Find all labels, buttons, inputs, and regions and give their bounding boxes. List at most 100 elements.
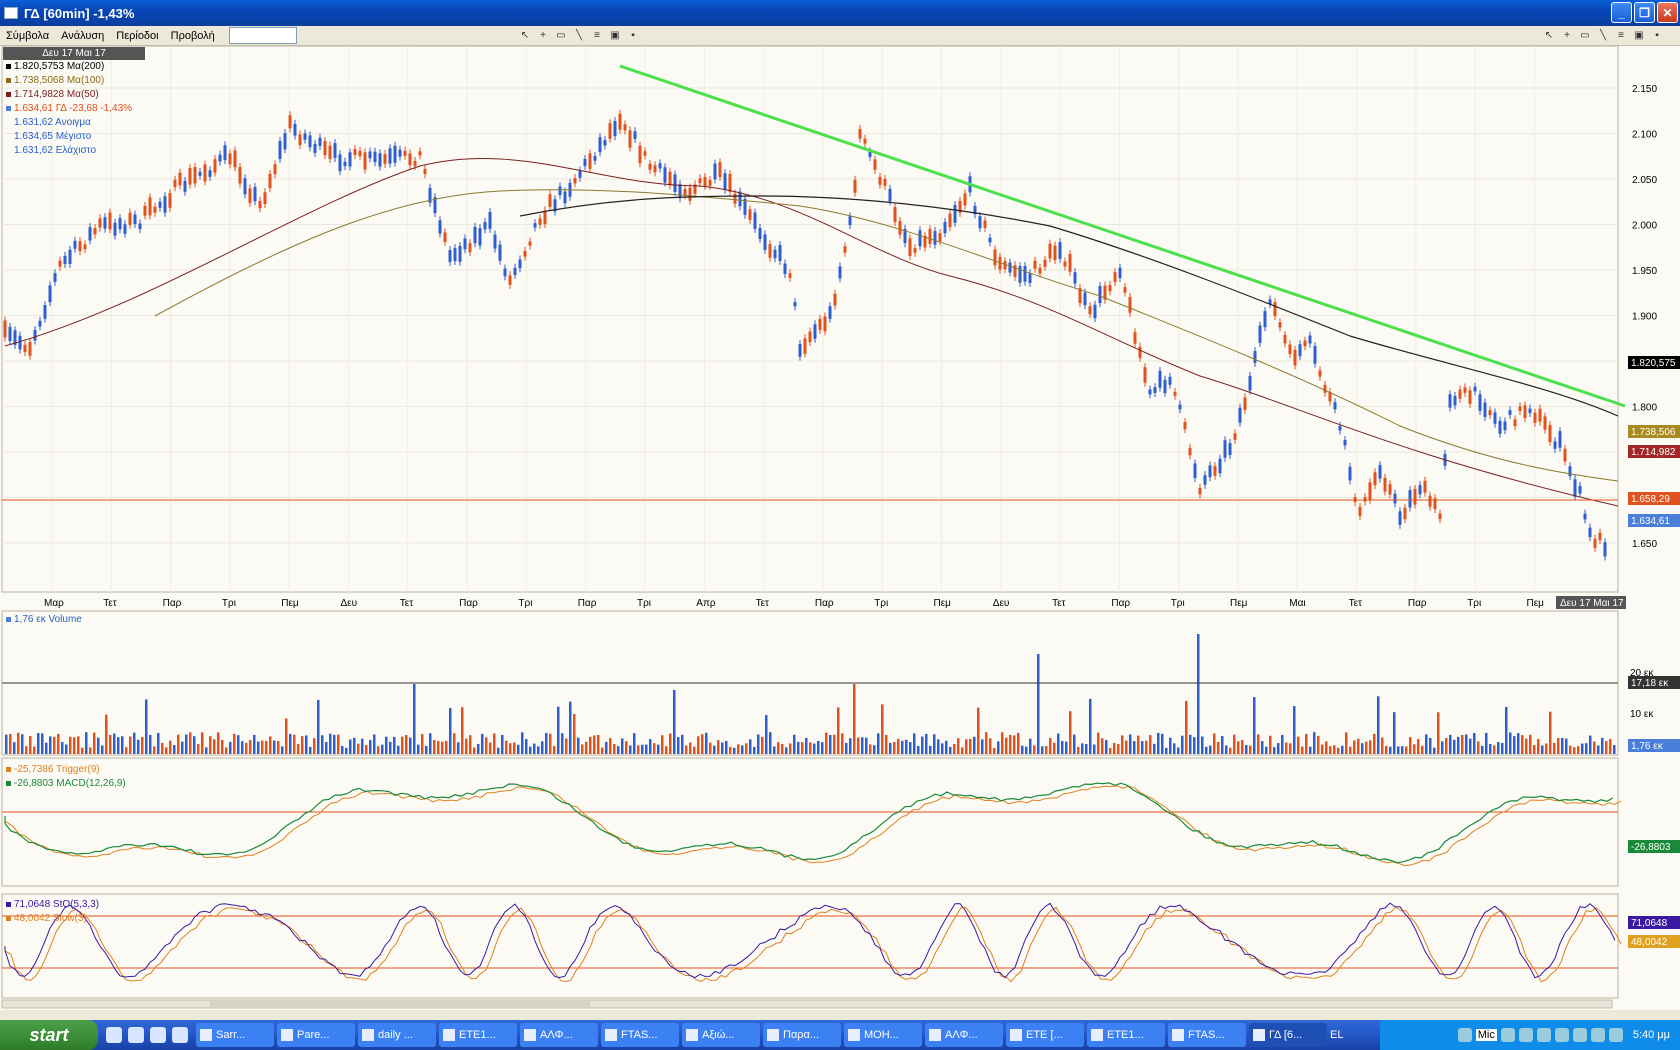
line-tool-icon[interactable]: ╲ (572, 28, 586, 42)
symbol-input[interactable] (228, 27, 297, 44)
minimize-button[interactable]: _ (1611, 2, 1632, 23)
media-icon[interactable] (150, 1027, 166, 1043)
crosshair-tool-icon[interactable]: + (536, 28, 550, 42)
tray-icon[interactable] (1457, 1028, 1472, 1042)
candle-body (1373, 472, 1377, 486)
candle-body (698, 178, 702, 184)
volume-bar (421, 734, 424, 754)
volume-bar (425, 745, 428, 754)
task-button-active[interactable]: ΓΔ [6... (1249, 1023, 1327, 1047)
menu-symbols[interactable]: Σύμβολα (0, 30, 55, 42)
task-button[interactable]: Αξιώ... (682, 1023, 760, 1047)
desktop-icon[interactable] (172, 1027, 188, 1043)
candle-body (1123, 287, 1127, 293)
menu-view[interactable]: Προβολή (165, 30, 221, 42)
save-icon[interactable]: ▪ (626, 28, 640, 42)
tray-icon[interactable] (1608, 1028, 1623, 1042)
task-button[interactable]: FTAS... (1168, 1023, 1246, 1047)
chart-canvas[interactable]: 2.1502.1002.0502.0001.9501.9001.8501.800… (0, 46, 1680, 1010)
candle-body (633, 131, 637, 139)
volume-bar (493, 733, 496, 754)
tray-icon[interactable] (1536, 1028, 1551, 1042)
candle-body (1538, 408, 1542, 422)
stoch-tag-label: 48,0042 (1631, 937, 1668, 948)
chart-tool-icon[interactable]: ▣ (1632, 28, 1646, 42)
save-icon[interactable]: ▪ (1650, 28, 1664, 42)
tray-icon[interactable] (1554, 1028, 1569, 1042)
pointer-tool-icon[interactable]: ↖ (518, 28, 532, 42)
candle-body (208, 170, 212, 177)
candle-body (893, 207, 897, 223)
task-button[interactable]: ETE [... (1006, 1023, 1084, 1047)
task-button[interactable]: ETE1... (1087, 1023, 1165, 1047)
menu-analysis[interactable]: Ανάλυση (55, 30, 110, 42)
volume-bar (1217, 741, 1220, 754)
task-button[interactable]: Pare... (277, 1023, 355, 1047)
rectangle-tool-icon[interactable]: ▭ (1578, 28, 1592, 42)
candle-body (368, 151, 372, 159)
volume-bar (753, 746, 756, 754)
volume-bar (1433, 747, 1436, 754)
volume-bar (657, 744, 660, 754)
volume-bar (469, 735, 472, 754)
restore-button[interactable]: ❐ (1634, 2, 1655, 23)
volume-bar (1489, 743, 1492, 754)
volume-bar (1533, 745, 1536, 754)
start-button[interactable]: start (0, 1020, 98, 1050)
chart-tool-icon[interactable]: ▣ (608, 28, 622, 42)
volume-bar (817, 740, 820, 754)
time-axis-label: Τρι (637, 598, 651, 609)
candle-body (833, 293, 837, 306)
task-button[interactable]: Sarr... (196, 1023, 274, 1047)
candle-body (933, 231, 937, 245)
rectangle-tool-icon[interactable]: ▭ (554, 28, 568, 42)
price-tick-label: 1.650 (1632, 539, 1657, 550)
volume-bar (545, 732, 548, 754)
volume-bar (1613, 745, 1616, 754)
candle-body (478, 228, 482, 246)
volume-bar (409, 737, 412, 754)
volume-bar (905, 739, 908, 754)
lines-tool-icon[interactable]: ≡ (590, 28, 604, 42)
task-button[interactable]: ΑΛΦ... (925, 1023, 1003, 1047)
candle-body (1258, 325, 1262, 343)
volume-bar (1189, 734, 1192, 754)
volume-bar (1529, 734, 1532, 754)
stoch-line (4, 902, 1616, 979)
volume-bar (1045, 746, 1048, 754)
task-button[interactable]: daily ... (358, 1023, 436, 1047)
chart-area[interactable]: 2.1502.1002.0502.0001.9501.9001.8501.800… (0, 46, 1680, 1010)
line-tool-icon[interactable]: ╲ (1596, 28, 1610, 42)
volume-bar (525, 739, 528, 754)
tray-icon[interactable] (1500, 1028, 1515, 1042)
macd-line (4, 782, 1614, 864)
language-indicator[interactable]: EL (1330, 1029, 1343, 1041)
price-tick-label: 2.150 (1632, 84, 1657, 95)
menu-periods[interactable]: Περίοδοι (110, 30, 164, 42)
browser-icon[interactable] (128, 1027, 144, 1043)
pointer-tool-icon[interactable]: ↖ (1542, 28, 1556, 42)
task-button[interactable]: ETE1... (439, 1023, 517, 1047)
volume-bar (229, 741, 232, 754)
volume-bar (181, 741, 184, 754)
tray-icon[interactable] (1572, 1028, 1587, 1042)
candle-body (678, 184, 682, 199)
tray-icon[interactable] (1518, 1028, 1533, 1042)
crosshair-tool-icon[interactable]: + (1560, 28, 1574, 42)
lines-tool-icon[interactable]: ≡ (1614, 28, 1628, 42)
task-button[interactable]: ΑΛΦ... (520, 1023, 598, 1047)
ie-icon[interactable] (106, 1027, 122, 1043)
task-button[interactable]: Παρα... (763, 1023, 841, 1047)
task-button[interactable]: MOH... (844, 1023, 922, 1047)
candle-body (143, 205, 147, 216)
candle-body (1568, 466, 1572, 477)
tray-text[interactable]: Mic (1475, 1029, 1497, 1041)
volume-bar (89, 747, 92, 754)
tray-icon[interactable] (1590, 1028, 1605, 1042)
candle-body (623, 124, 627, 131)
close-button[interactable]: ✕ (1657, 2, 1678, 23)
volume-bar (1165, 747, 1168, 754)
volume-bar (677, 737, 680, 754)
task-button[interactable]: FTAS... (601, 1023, 679, 1047)
candle-body (908, 238, 912, 256)
